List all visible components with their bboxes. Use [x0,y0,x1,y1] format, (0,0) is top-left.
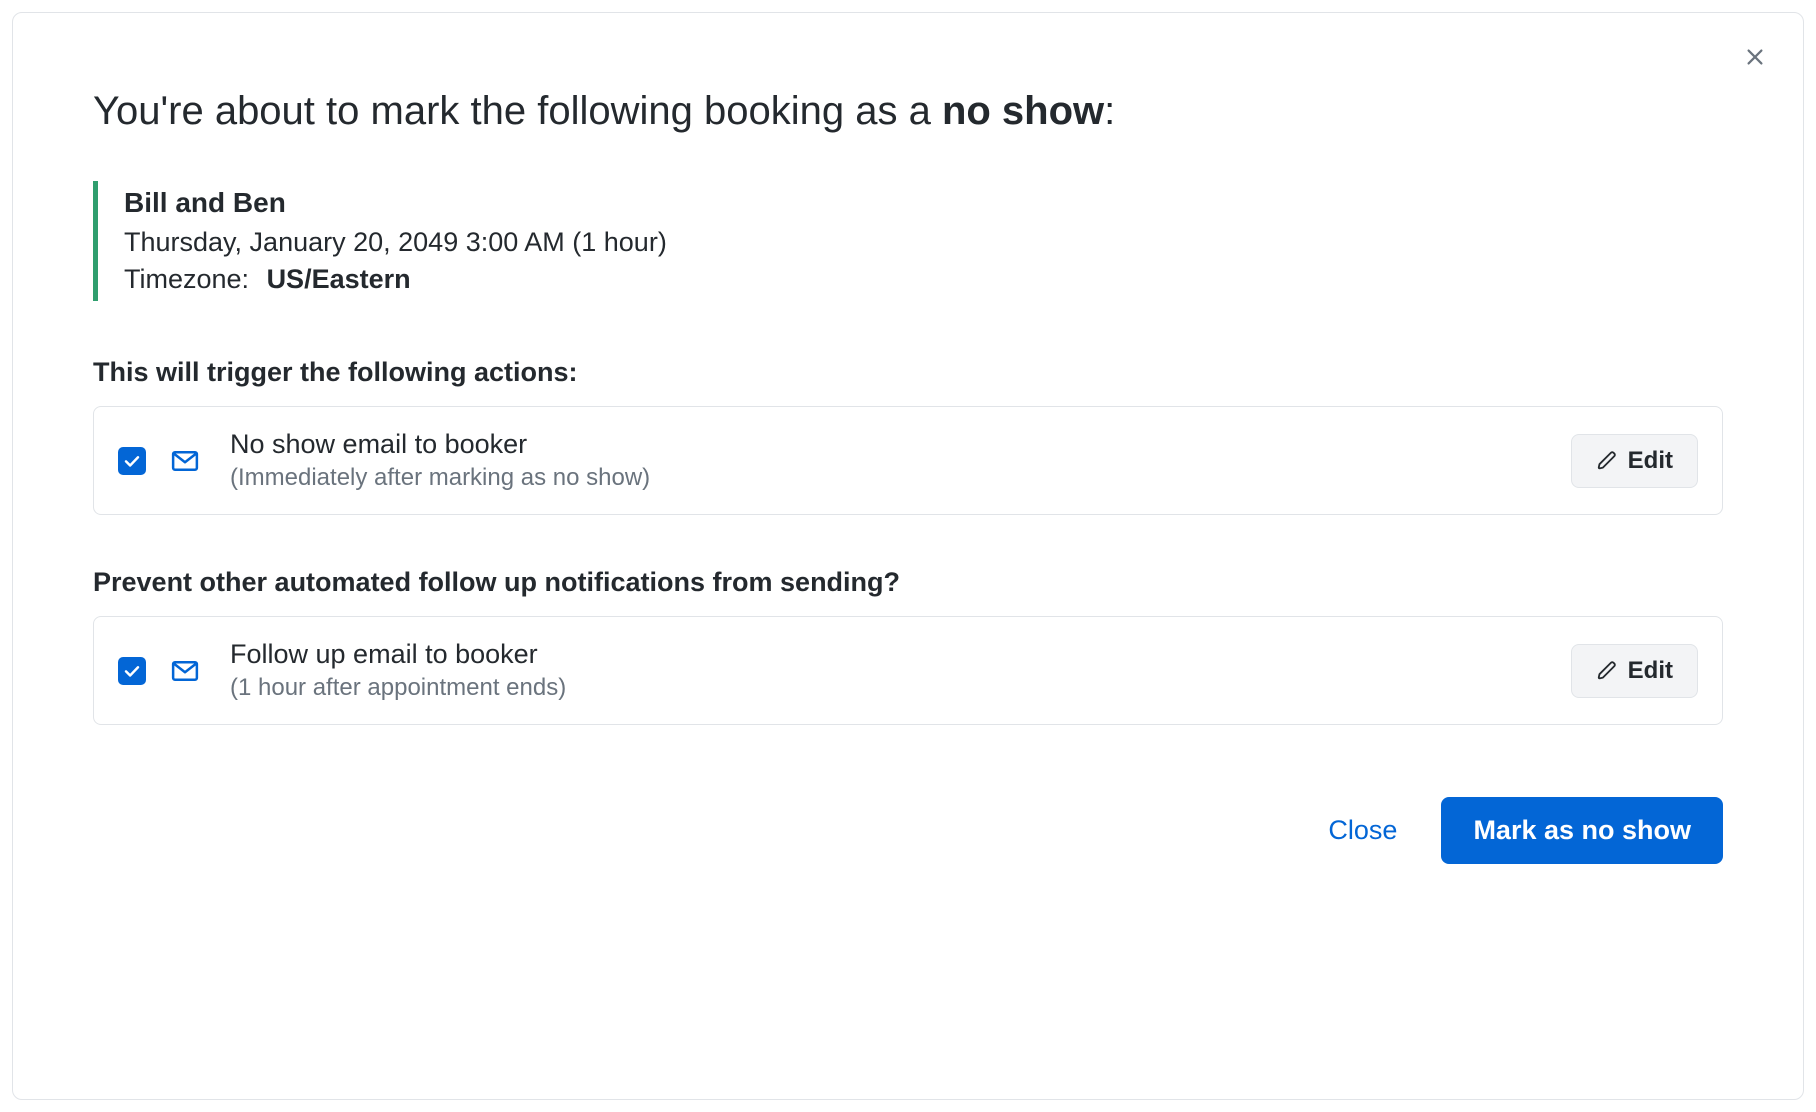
mail-icon [170,656,200,686]
pencil-icon [1596,660,1618,682]
trigger-actions-heading: This will trigger the following actions: [93,357,1723,388]
action-text: No show email to booker (Immediately aft… [230,429,1571,492]
title-suffix: : [1104,89,1115,133]
booking-summary: Bill and Ben Thursday, January 20, 2049 … [93,181,1723,301]
close-button[interactable]: Close [1328,815,1397,846]
edit-follow-up-button[interactable]: Edit [1571,644,1698,698]
modal-footer: Close Mark as no show [93,797,1723,864]
prevent-notifications-heading: Prevent other automated follow up notifi… [93,567,1723,598]
mail-icon [170,446,200,476]
edit-no-show-button[interactable]: Edit [1571,434,1698,488]
follow-up-email-checkbox[interactable] [118,657,146,685]
title-strong: no show [942,89,1104,133]
pencil-icon [1596,450,1618,472]
action-follow-up-email: Follow up email to booker (1 hour after … [93,616,1723,725]
edit-label: Edit [1628,447,1673,475]
action-subtitle: (Immediately after marking as no show) [230,464,1571,492]
booking-name: Bill and Ben [124,187,1723,219]
timezone-value: US/Eastern [267,264,411,294]
action-subtitle: (1 hour after appointment ends) [230,674,1571,702]
booking-timezone: Timezone: US/Eastern [124,264,1723,295]
close-icon [1744,46,1766,68]
action-title: No show email to booker [230,429,1571,460]
checkmark-icon [123,452,141,470]
mark-no-show-button[interactable]: Mark as no show [1441,797,1723,864]
timezone-label: Timezone: [124,264,249,294]
action-text: Follow up email to booker (1 hour after … [230,639,1571,702]
action-no-show-email: No show email to booker (Immediately aft… [93,406,1723,515]
checkmark-icon [123,662,141,680]
title-prefix: You're about to mark the following booki… [93,89,942,133]
no-show-email-checkbox[interactable] [118,447,146,475]
modal-title: You're about to mark the following booki… [93,85,1723,137]
edit-label: Edit [1628,657,1673,685]
action-title: Follow up email to booker [230,639,1571,670]
close-icon-button[interactable] [1739,41,1771,73]
mark-no-show-modal: You're about to mark the following booki… [12,12,1804,1100]
booking-datetime: Thursday, January 20, 2049 3:00 AM (1 ho… [124,227,1723,258]
